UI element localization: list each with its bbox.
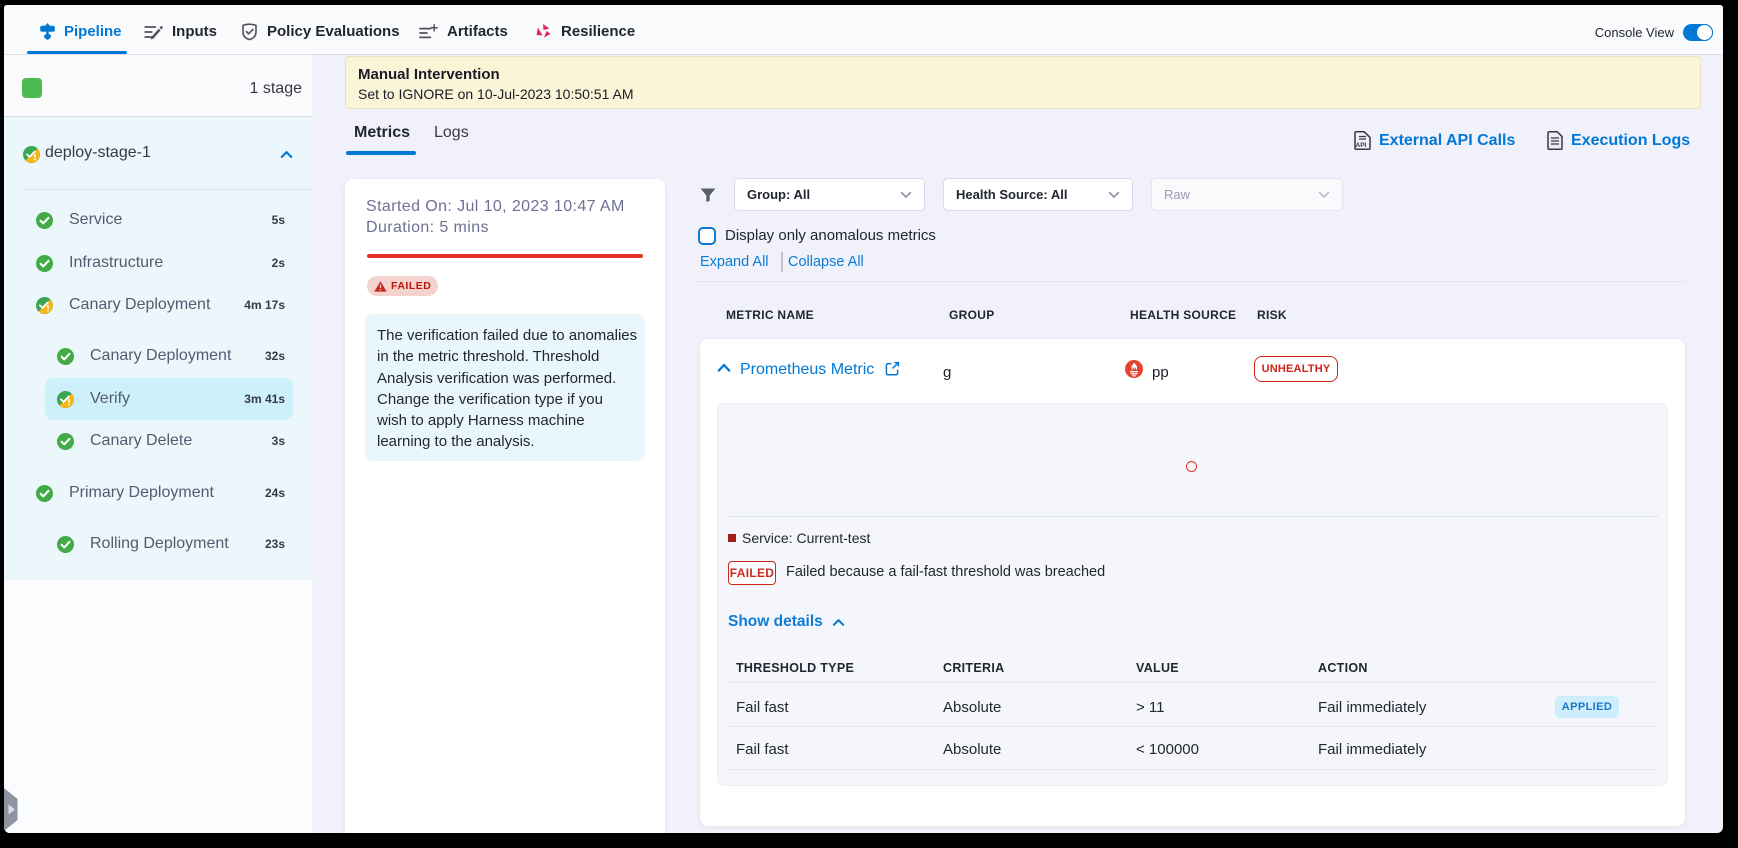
- svg-text:API: API: [1356, 142, 1367, 149]
